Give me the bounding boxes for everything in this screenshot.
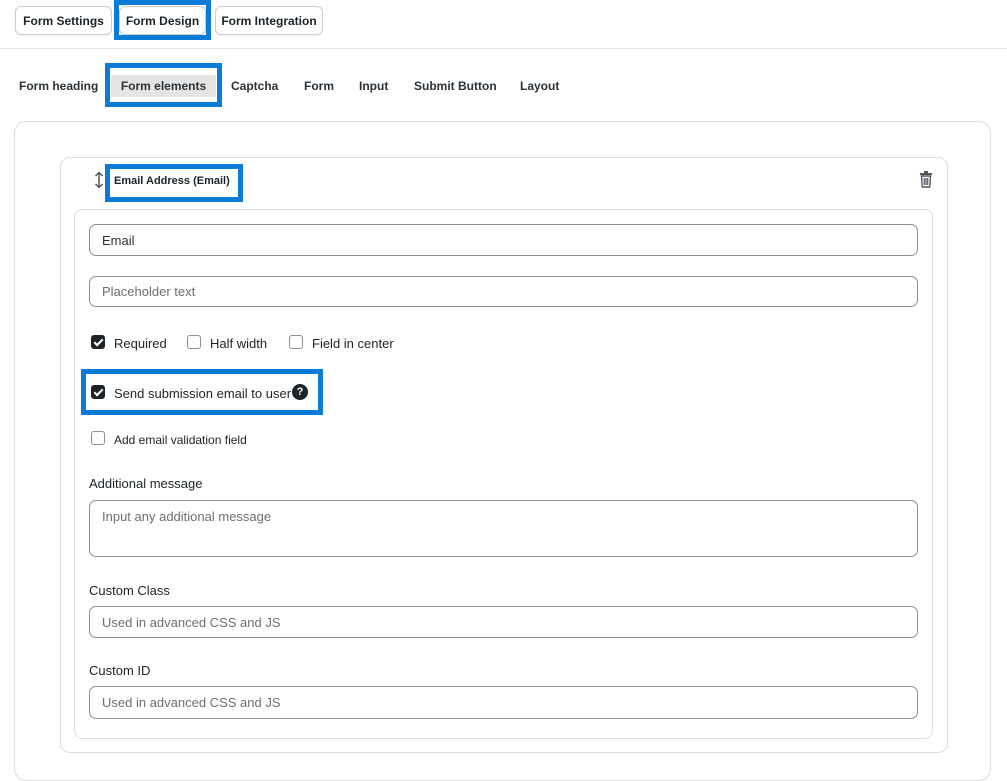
required-label: Required — [114, 336, 167, 351]
subtab-form-heading[interactable]: Form heading — [19, 75, 98, 97]
field-label-input[interactable] — [89, 224, 918, 256]
email-validation-checkbox[interactable] — [91, 431, 105, 445]
subtab-form[interactable]: Form — [304, 75, 334, 97]
half-width-checkbox[interactable] — [187, 335, 201, 349]
required-checkbox[interactable] — [91, 335, 105, 349]
subtab-layout[interactable]: Layout — [520, 75, 559, 97]
field-in-center-label: Field in center — [312, 336, 394, 351]
subtab-captcha[interactable]: Captcha — [231, 75, 278, 97]
field-in-center-checkbox[interactable] — [289, 335, 303, 349]
custom-class-input[interactable] — [89, 606, 918, 638]
drag-handle-icon[interactable] — [92, 170, 106, 190]
highlight-form-elements — [105, 63, 222, 107]
custom-class-label: Custom Class — [89, 583, 170, 598]
subtab-input[interactable]: Input — [359, 75, 388, 97]
highlight-form-design — [114, 0, 211, 40]
header-divider — [0, 48, 1007, 49]
additional-message-label: Additional message — [89, 476, 203, 491]
tab-form-integration[interactable]: Form Integration — [215, 6, 323, 35]
highlight-send-email — [81, 369, 323, 415]
trash-icon[interactable] — [917, 170, 935, 188]
custom-id-input[interactable] — [89, 686, 918, 719]
email-validation-label: Add email validation field — [114, 433, 247, 447]
subtab-submit-button[interactable]: Submit Button — [414, 75, 497, 97]
tab-form-settings[interactable]: Form Settings — [15, 6, 112, 35]
half-width-label: Half width — [210, 336, 268, 351]
additional-message-input[interactable] — [89, 500, 918, 557]
custom-id-label: Custom ID — [89, 663, 151, 678]
highlight-element-title — [105, 164, 243, 202]
placeholder-input[interactable] — [89, 276, 918, 307]
